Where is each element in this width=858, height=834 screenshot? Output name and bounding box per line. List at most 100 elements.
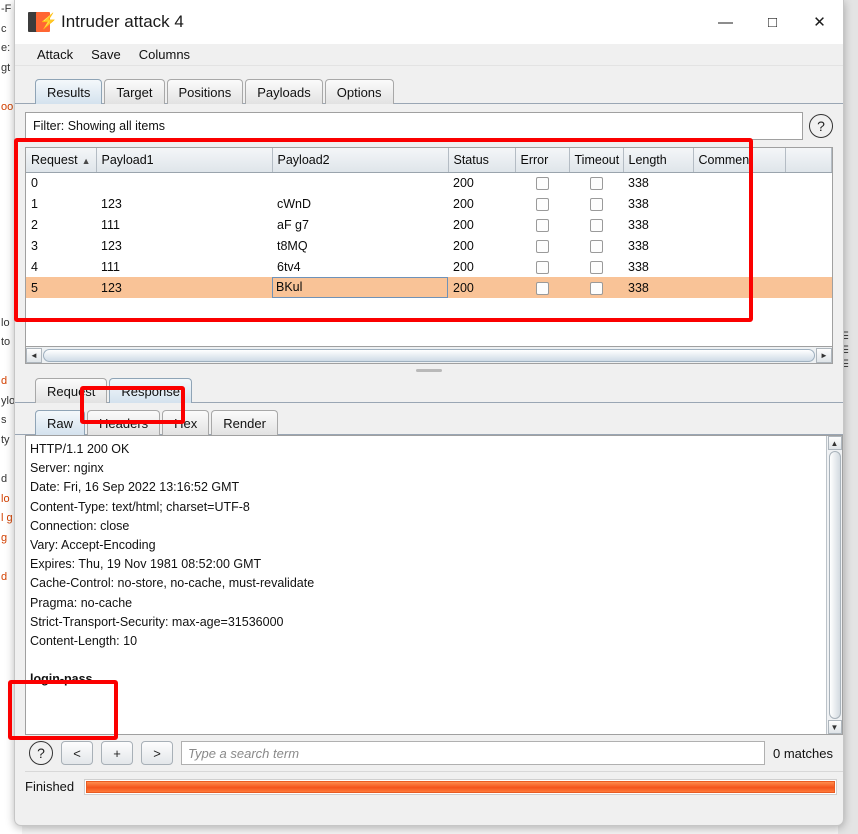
error-checkbox[interactable] xyxy=(535,176,549,190)
cell-error[interactable] xyxy=(515,277,569,298)
cell-error[interactable] xyxy=(515,193,569,214)
cell-payload2[interactable]: BKul xyxy=(272,277,448,298)
panel-splitter[interactable] xyxy=(15,364,843,377)
cell-payload1[interactable]: 123 xyxy=(96,193,272,214)
table-row[interactable]: 0 200 338 xyxy=(26,172,832,193)
cell-request[interactable]: 3 xyxy=(26,235,96,256)
maximize-button[interactable]: □ xyxy=(749,0,796,44)
scroll-up-icon[interactable]: ▲ xyxy=(827,436,842,450)
cell-comment[interactable] xyxy=(693,193,785,214)
response-viewer[interactable]: HTTP/1.1 200 OK Server: nginx Date: Fri, 1… xyxy=(25,435,843,735)
cell-length[interactable]: 338 xyxy=(623,193,693,214)
cell-status[interactable]: 200 xyxy=(448,193,515,214)
cell-request[interactable]: 2 xyxy=(26,214,96,235)
table-row[interactable]: 1 123 cWnD 200 338 xyxy=(26,193,832,214)
menu-item-save[interactable]: Save xyxy=(89,46,123,63)
scroll-left-icon[interactable]: ◄ xyxy=(26,347,42,363)
column-header-error[interactable]: Error xyxy=(515,148,570,173)
menu-item-attack[interactable]: Attack xyxy=(35,46,75,63)
search-next-button[interactable]: > xyxy=(141,741,173,765)
cell-spacer[interactable] xyxy=(785,193,832,214)
cell-length[interactable]: 338 xyxy=(623,235,693,256)
splitter-grip[interactable] xyxy=(416,369,442,372)
column-header-payload2[interactable]: Payload2 xyxy=(272,148,449,173)
cell-request[interactable]: 4 xyxy=(26,256,96,277)
results-horizontal-scrollbar[interactable]: ◄ ► xyxy=(25,347,833,364)
cell-comment[interactable] xyxy=(693,235,785,256)
cell-payload1[interactable]: 111 xyxy=(96,214,272,235)
cell-payload2[interactable]: cWnD xyxy=(272,193,448,214)
cell-timeout[interactable] xyxy=(569,277,623,298)
timeout-checkbox[interactable] xyxy=(589,239,603,253)
tab-request[interactable]: Request xyxy=(35,378,108,403)
response-raw-text[interactable]: HTTP/1.1 200 OK Server: nginx Date: Fri, 1… xyxy=(26,436,826,734)
minimize-button[interactable]: — xyxy=(702,0,749,44)
tab-render[interactable]: Render xyxy=(211,410,278,435)
timeout-checkbox[interactable] xyxy=(589,218,603,232)
timeout-checkbox[interactable] xyxy=(589,176,603,190)
timeout-checkbox[interactable] xyxy=(589,260,603,274)
cell-error[interactable] xyxy=(515,214,569,235)
timeout-checkbox[interactable] xyxy=(589,197,603,211)
cell-payload2[interactable] xyxy=(272,172,448,193)
table-row[interactable]: 3 123 t8MQ 200 338 xyxy=(26,235,832,256)
cell-error[interactable] xyxy=(515,172,569,193)
cell-spacer[interactable] xyxy=(785,172,832,193)
tab-hex[interactable]: Hex xyxy=(162,410,210,435)
cell-status[interactable]: 200 xyxy=(448,277,515,298)
cell-status[interactable]: 200 xyxy=(448,256,515,277)
cell-timeout[interactable] xyxy=(569,214,623,235)
cell-length[interactable]: 338 xyxy=(623,256,693,277)
tab-response[interactable]: Response xyxy=(109,378,192,403)
cell-length[interactable]: 338 xyxy=(623,277,693,298)
column-header-request[interactable]: Request ▲ xyxy=(26,148,97,173)
search-add-button[interactable]: + xyxy=(101,741,133,765)
tab-payloads[interactable]: Payloads xyxy=(245,79,323,104)
cell-spacer[interactable] xyxy=(785,235,832,256)
error-checkbox[interactable] xyxy=(535,218,549,232)
cell-comment[interactable] xyxy=(693,214,785,235)
table-row[interactable]: 2 111 aF g7 200 338 xyxy=(26,214,832,235)
cell-error[interactable] xyxy=(515,256,569,277)
cell-spacer[interactable] xyxy=(785,256,832,277)
cell-timeout[interactable] xyxy=(569,256,623,277)
filter-bar[interactable]: Filter: Showing all items xyxy=(25,112,803,140)
error-checkbox[interactable] xyxy=(535,260,549,274)
cell-payload1[interactable]: 123 xyxy=(96,277,272,298)
response-vertical-scrollbar[interactable]: ▲ ▼ xyxy=(826,436,842,734)
error-checkbox[interactable] xyxy=(535,281,549,295)
scroll-down-icon[interactable]: ▼ xyxy=(827,720,842,734)
horizontal-scroll-thumb[interactable] xyxy=(43,348,815,362)
search-input[interactable]: Type a search term xyxy=(181,741,766,765)
cell-payload2[interactable]: 6tv4 xyxy=(272,256,448,277)
cell-payload1[interactable]: 123 xyxy=(96,235,272,256)
cell-comment[interactable] xyxy=(693,277,785,298)
timeout-checkbox[interactable] xyxy=(589,281,603,295)
cell-spacer[interactable] xyxy=(785,214,832,235)
cell-comment[interactable] xyxy=(693,172,785,193)
cell-status[interactable]: 200 xyxy=(448,214,515,235)
cell-payload1[interactable]: 111 xyxy=(96,256,272,277)
tab-results[interactable]: Results xyxy=(35,79,103,104)
selected-cell-focus[interactable]: BKul xyxy=(272,277,448,298)
cell-request[interactable]: 0 xyxy=(26,172,96,193)
table-row[interactable]: 5 123 BKul 200 338 xyxy=(26,277,832,298)
cell-timeout[interactable] xyxy=(569,172,623,193)
column-header-comment[interactable]: Comment xyxy=(693,148,786,173)
column-header-status[interactable]: Status xyxy=(448,148,516,173)
cell-status[interactable]: 200 xyxy=(448,235,515,256)
error-checkbox[interactable] xyxy=(535,239,549,253)
tab-raw[interactable]: Raw xyxy=(35,410,86,435)
tab-positions[interactable]: Positions xyxy=(166,79,244,104)
cell-request[interactable]: 1 xyxy=(26,193,96,214)
filter-help-icon[interactable]: ? xyxy=(809,114,833,138)
vertical-scroll-thumb[interactable] xyxy=(828,451,841,719)
error-checkbox[interactable] xyxy=(535,197,549,211)
cell-length[interactable]: 338 xyxy=(623,214,693,235)
tab-headers[interactable]: Headers xyxy=(87,410,161,435)
search-prev-button[interactable]: < xyxy=(61,741,93,765)
cell-request[interactable]: 5 xyxy=(26,277,96,298)
tab-target[interactable]: Target xyxy=(104,79,165,104)
cell-comment[interactable] xyxy=(693,256,785,277)
cell-payload2[interactable]: t8MQ xyxy=(272,235,448,256)
